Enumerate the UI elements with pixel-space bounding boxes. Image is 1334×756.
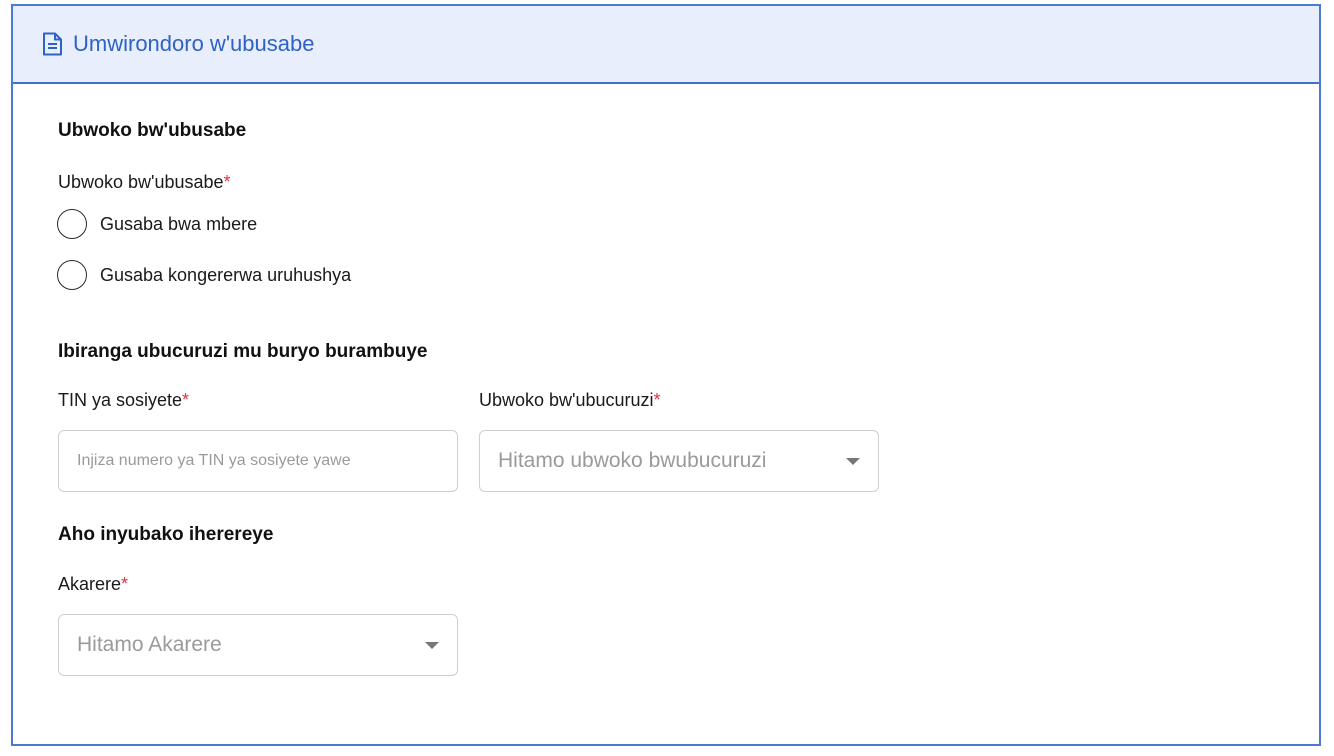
document-icon [43,32,62,56]
radio-option-renewal-request[interactable]: Gusaba kongererwa uruhushya [57,260,351,290]
business-type-label: Ubwoko bw'ubucuruzi* [479,390,661,411]
card-header: Umwirondoro w'ubusabe [13,6,1319,84]
company-tin-input[interactable] [58,430,458,492]
district-label-text: Akarere [58,574,122,594]
card-title: Umwirondoro w'ubusabe [73,31,315,56]
radio-option-label[interactable]: Gusaba kongererwa uruhushya [100,265,351,286]
business-type-label-text: Ubwoko bw'ubucuruzi [479,390,654,410]
radio-button[interactable] [57,260,87,290]
required-asterisk: * [121,574,129,594]
company-tin-label: TIN ya sosiyete* [58,390,189,411]
required-asterisk: * [182,390,190,410]
business-type-select[interactable]: Hitamo ubwoko bwubucuruzi [479,430,879,492]
section-title-request-type: Ubwoko bw'ubusabe [58,120,247,141]
section-title-building-location: Aho inyubako iherereye [58,524,274,545]
application-profile-card: Umwirondoro w'ubusabe Ubwoko bw'ubusabe … [11,4,1321,746]
district-select[interactable]: Hitamo Akarere [58,614,458,676]
chevron-down-icon[interactable] [846,457,860,465]
required-asterisk: * [653,390,661,410]
district-label: Akarere* [58,574,128,595]
chevron-down-icon[interactable] [425,641,439,649]
business-type-select-placeholder: Hitamo ubwoko bwubucuruzi [498,449,767,472]
section-title-business-details: Ibiranga ubucuruzi mu buryo burambuye [58,341,428,362]
radio-option-first-request[interactable]: Gusaba bwa mbere [57,209,257,239]
radio-option-label[interactable]: Gusaba bwa mbere [100,214,257,235]
radio-button[interactable] [57,209,87,239]
request-type-label: Ubwoko bw'ubusabe* [58,172,231,193]
required-asterisk: * [223,172,231,192]
district-select-placeholder: Hitamo Akarere [77,633,222,656]
company-tin-label-text: TIN ya sosiyete [58,390,183,410]
request-type-label-text: Ubwoko bw'ubusabe [58,172,224,192]
